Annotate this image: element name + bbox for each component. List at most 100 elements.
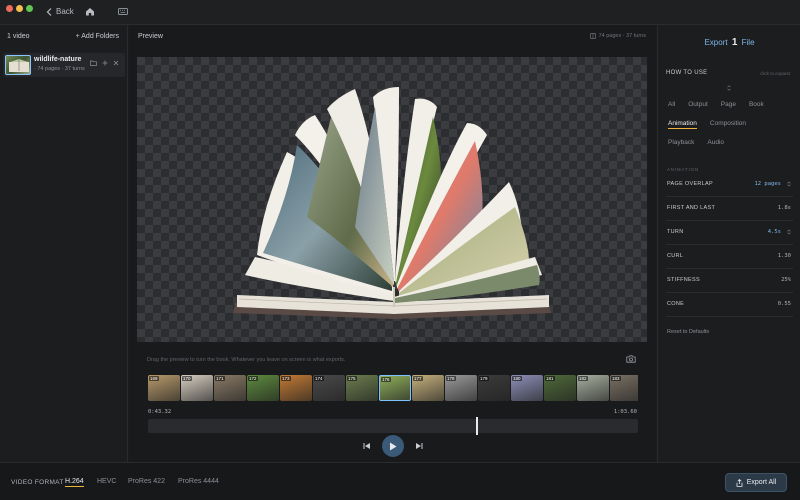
param-row-curl[interactable]: CURL 1.30 [666, 245, 793, 269]
frame-number: 173 [281, 376, 291, 381]
keyboard-shortcuts-button[interactable] [118, 8, 128, 17]
frame-number: 171 [215, 376, 225, 381]
filmstrip-frame[interactable]: 170 [181, 375, 213, 401]
format-option-h-264[interactable]: H.264 [65, 478, 84, 487]
how-to-use-toggle[interactable]: HOW TO USE [666, 70, 707, 76]
start-time: 0:43.32 [148, 409, 172, 415]
expand-chevron-icon[interactable] [726, 85, 732, 93]
stepper-chevron-icon[interactable] [786, 181, 792, 189]
bottom-bar: VIDEO FORMAT H.264 HEVC ProRes 422 ProRes 4… [0, 462, 800, 500]
param-label: PAGE OVERLAP [667, 181, 713, 187]
filmstrip-frame[interactable]: 172 [247, 375, 279, 401]
tab-book[interactable]: Book [749, 101, 764, 108]
back-button[interactable]: Back [46, 7, 74, 16]
preview-meta-text: 74 pages · 37 turns [598, 33, 646, 39]
zoom-window-button[interactable] [26, 5, 33, 12]
tab-page[interactable]: Page [721, 101, 736, 108]
filmstrip-frame[interactable]: 183 [610, 375, 638, 401]
minimize-window-button[interactable] [16, 5, 23, 12]
export-title: Export 1 File [658, 37, 800, 48]
drag-hint: Drag the preview to turn the book. Whate… [147, 357, 346, 363]
filmstrip-frame[interactable]: 180 [511, 375, 543, 401]
frame-number: 176 [381, 377, 391, 382]
click-to-expand-hint: click to expand [760, 71, 790, 76]
skip-back-button[interactable] [363, 442, 371, 452]
skip-forward-button[interactable] [415, 442, 423, 452]
param-value: 1.8s [777, 205, 791, 211]
frame-number: 169 [149, 376, 159, 381]
section-label: ANIMATION [667, 167, 699, 172]
filmstrip-frame[interactable]: 171 [214, 375, 246, 401]
tab-animation[interactable]: Animation [668, 120, 697, 129]
param-row-first-and-last[interactable]: FIRST AND LAST 1.8s [666, 197, 793, 221]
param-row-page-overlap[interactable]: PAGE OVERLAP 12 pages [666, 173, 793, 197]
export-all-button[interactable]: Export All [725, 473, 787, 492]
export-count: 1 [731, 37, 738, 48]
snapshot-button[interactable] [626, 355, 636, 365]
playhead[interactable] [476, 417, 479, 435]
video-actions [90, 60, 119, 68]
filmstrip-frame[interactable]: 173 [280, 375, 312, 401]
tab-all[interactable]: All [668, 101, 675, 108]
filmstrip-frame[interactable]: 169 [148, 375, 180, 401]
frame-number: 172 [248, 376, 258, 381]
filmstrip-frame[interactable]: 177 [412, 375, 444, 401]
timeline-scrubber[interactable] [148, 417, 638, 435]
settings-tabs-row-1: All Output Page Book [668, 101, 764, 108]
title-bar: Back [0, 0, 800, 25]
frame-number: 178 [446, 376, 456, 381]
video-list-item[interactable]: wildlife-nature · 74 pages · 37 turns [3, 53, 125, 77]
stepper-chevron-icon[interactable] [786, 229, 792, 237]
param-row-stiffness[interactable]: STIFFNESS 25% [666, 269, 793, 293]
plus-icon[interactable] [102, 60, 108, 68]
skip-forward-icon [416, 443, 423, 449]
book-icon [589, 33, 596, 39]
filmstrip-frame[interactable]: 182 [577, 375, 609, 401]
param-row-cone[interactable]: CONE 0.55 [666, 293, 793, 317]
close-icon[interactable] [113, 60, 119, 68]
frame-number: 179 [479, 376, 489, 381]
tab-output[interactable]: Output [688, 101, 708, 108]
reset-defaults-button[interactable]: Reset to Defaults [667, 329, 709, 335]
settings-tabs-row-3: Playback Audio [668, 139, 724, 146]
export-suffix: File [741, 38, 755, 47]
filmstrip-frame[interactable]: 179 [478, 375, 510, 401]
filmstrip-frame[interactable]: 178 [445, 375, 477, 401]
filmstrip-frame[interactable]: 176 [379, 375, 411, 401]
preview-label: Preview [138, 33, 163, 40]
filmstrip-frame[interactable]: 174 [313, 375, 345, 401]
param-row-turn[interactable]: TURN 4.5s [666, 221, 793, 245]
play-button[interactable] [382, 435, 404, 457]
format-option-hevc[interactable]: HEVC [97, 478, 116, 485]
tab-composition[interactable]: Composition [710, 120, 746, 129]
back-label: Back [56, 7, 74, 16]
frame-number: 170 [182, 376, 192, 381]
param-label: TURN [667, 229, 684, 235]
video-count: 1 video [7, 33, 30, 40]
param-value: 0.55 [777, 301, 791, 307]
folder-icon[interactable] [90, 60, 97, 68]
tab-audio[interactable]: Audio [707, 139, 724, 146]
frame-number: 177 [413, 376, 423, 381]
close-window-button[interactable] [6, 5, 13, 12]
preview-area: Preview 74 pages · 37 turns Drag the pre… [129, 25, 656, 462]
settings-tabs-row-2: Animation Composition [668, 120, 746, 129]
frame-number: 180 [512, 376, 522, 381]
frame-number: 174 [314, 376, 324, 381]
format-option-prores-4444[interactable]: ProRes 4444 [178, 478, 219, 485]
format-option-prores-422[interactable]: ProRes 422 [128, 478, 165, 485]
param-value: 1.30 [777, 253, 791, 259]
home-button[interactable] [85, 7, 95, 18]
export-panel: Export 1 File HOW TO USE click to expand… [657, 25, 800, 462]
tab-playback[interactable]: Playback [668, 139, 694, 146]
filmstrip-frame[interactable]: 175 [346, 375, 378, 401]
add-folders-button[interactable]: + Add Folders [76, 33, 119, 40]
video-meta: · 74 pages · 37 turns [34, 66, 85, 72]
param-label: CURL [667, 253, 684, 259]
play-icon [390, 442, 397, 450]
frame-number: 182 [578, 376, 588, 381]
filmstrip-frame[interactable]: 181 [544, 375, 576, 401]
param-label: STIFFNESS [667, 277, 700, 283]
frame-filmstrip[interactable]: 169 170 171 172 173 174 175 176 177 178 179 180 181 1… [148, 375, 638, 401]
book-preview-canvas[interactable] [137, 57, 647, 342]
